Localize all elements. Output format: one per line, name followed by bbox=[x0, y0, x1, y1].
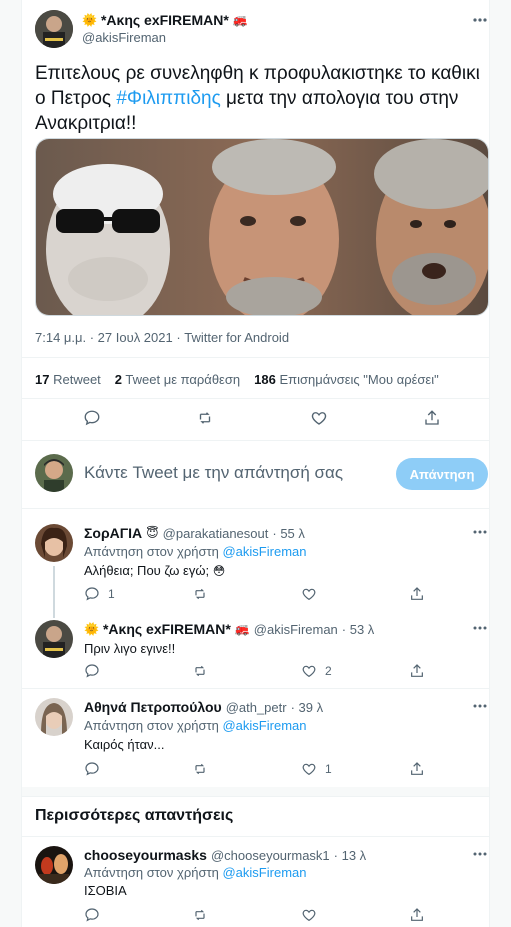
replying-to-label: Απάντηση στον χρήστη bbox=[84, 544, 219, 559]
author-avatar[interactable] bbox=[35, 10, 73, 48]
sun-emoji-icon: 🌞 bbox=[82, 13, 97, 27]
divider bbox=[22, 357, 489, 358]
replying-to-link[interactable]: @akisFireman bbox=[222, 544, 306, 559]
share-icon[interactable] bbox=[423, 409, 441, 427]
avatar-photo bbox=[35, 454, 73, 492]
avatar-photo bbox=[35, 698, 73, 736]
share-icon[interactable] bbox=[409, 907, 425, 923]
reply-icon[interactable] bbox=[84, 907, 100, 923]
reply-text: Αλήθεια; Που ζω εγώ; bbox=[84, 563, 210, 578]
more-options-icon[interactable] bbox=[472, 621, 488, 640]
photo-three-faces bbox=[36, 139, 488, 315]
reply-author-handle[interactable]: @akisFireman bbox=[254, 622, 338, 637]
reply-time[interactable]: · 13 λ bbox=[334, 848, 367, 863]
quotes-stat[interactable]: 2 Tweet με παράθεση bbox=[115, 372, 240, 387]
likes-count: 186 bbox=[254, 372, 276, 387]
divider bbox=[22, 836, 489, 837]
divider bbox=[22, 796, 489, 797]
sun-emoji-icon: 🌞 bbox=[84, 622, 99, 636]
quotes-count: 2 bbox=[114, 372, 123, 387]
replying-to-label: Απάντηση στον χρήστη bbox=[84, 718, 219, 733]
quotes-label: Tweet με παράθεση bbox=[125, 372, 241, 387]
author-handle[interactable]: @akisFireman bbox=[82, 30, 166, 45]
avatar-photo bbox=[35, 620, 73, 658]
reply-author-name[interactable]: *Ακης exFIREMAN* bbox=[103, 621, 231, 637]
retweets-stat[interactable]: 17 Retweet bbox=[35, 372, 101, 387]
reply-author-handle[interactable]: @chooseyourmask1 bbox=[211, 848, 330, 863]
tweet-column: 🌞 *Ακης exFIREMAN* 🚒 @akisFireman Επιτελ… bbox=[21, 0, 490, 927]
tweet-timestamp[interactable]: 7:14 μ.μ. · 27 Ιουλ 2021 · Twitter for A… bbox=[35, 330, 289, 345]
more-replies-heading: Περισσότερες απαντήσεις bbox=[35, 807, 234, 824]
more-options-icon[interactable] bbox=[472, 12, 488, 33]
halo-emoji-icon: 😇 bbox=[146, 526, 159, 540]
retweet-icon[interactable] bbox=[196, 409, 214, 427]
share-icon[interactable] bbox=[409, 761, 425, 777]
tweet-text: Επιτελους ρε συνεληφθη κ προφυλακιστηκε … bbox=[35, 61, 480, 136]
retweets-count: 17 bbox=[35, 372, 50, 387]
my-avatar bbox=[35, 454, 73, 492]
more-options-icon[interactable] bbox=[472, 699, 488, 718]
reply-author-handle[interactable]: @parakatianesout bbox=[163, 526, 269, 541]
reply-icon[interactable] bbox=[83, 409, 101, 427]
reply-count: 1 bbox=[108, 587, 115, 601]
reply-author-name[interactable]: chooseyourmasks bbox=[84, 847, 207, 863]
reply-avatar[interactable] bbox=[35, 620, 73, 658]
reply-time[interactable]: · 39 λ bbox=[291, 700, 324, 715]
likes-label: Επισημάνσεις "Μου αρέσει" bbox=[279, 372, 439, 387]
tweet-stats: 17 Retweet 2 Tweet με παράθεση 186 Επιση… bbox=[35, 372, 439, 387]
reply-avatar[interactable] bbox=[35, 524, 73, 562]
more-options-icon[interactable] bbox=[472, 525, 488, 544]
reply-avatar[interactable] bbox=[35, 846, 73, 884]
like-count: 1 bbox=[325, 762, 332, 776]
divider bbox=[22, 440, 489, 441]
like-icon[interactable]: 1 bbox=[301, 761, 332, 777]
reply-text: ΙΣΟΒΙΑ bbox=[84, 883, 127, 898]
reply-icon[interactable] bbox=[84, 663, 100, 679]
reply-avatar[interactable] bbox=[35, 698, 73, 736]
reply-time[interactable]: · 55 λ bbox=[272, 526, 305, 541]
author-name[interactable]: *Ακης exFIREMAN* bbox=[101, 12, 229, 28]
avatar-photo bbox=[35, 846, 73, 884]
divider bbox=[22, 688, 489, 689]
more-options-icon[interactable] bbox=[472, 847, 488, 866]
reply-button[interactable]: Απάντηση bbox=[396, 458, 488, 490]
reply-author-name[interactable]: ΣορΑΓΙΑ bbox=[84, 525, 142, 541]
flushed-emoji-icon: 😳 bbox=[212, 564, 226, 578]
avatar-photo bbox=[35, 524, 73, 562]
like-count: 2 bbox=[325, 664, 332, 678]
tweet-image[interactable] bbox=[35, 138, 489, 316]
like-icon[interactable] bbox=[310, 409, 328, 427]
retweet-icon[interactable] bbox=[192, 761, 208, 777]
retweet-icon[interactable] bbox=[192, 663, 208, 679]
share-icon[interactable] bbox=[409, 586, 425, 602]
replying-to-link[interactable]: @akisFireman bbox=[222, 865, 306, 880]
reply-text: Πριν λιγο εγινε!! bbox=[84, 641, 176, 656]
hashtag-link[interactable]: #Φιλιππιδης bbox=[116, 88, 220, 109]
section-separator bbox=[22, 787, 489, 796]
likes-stat[interactable]: 186 Επισημάνσεις "Μου αρέσει" bbox=[254, 372, 439, 387]
retweet-icon[interactable] bbox=[192, 907, 208, 923]
retweet-icon[interactable] bbox=[192, 586, 208, 602]
share-icon[interactable] bbox=[409, 663, 425, 679]
reply-time[interactable]: · 53 λ bbox=[342, 622, 375, 637]
like-icon[interactable] bbox=[301, 907, 317, 923]
divider bbox=[22, 398, 489, 399]
reply-author-handle[interactable]: @ath_petr bbox=[226, 700, 287, 715]
replying-to-label: Απάντηση στον χρήστη bbox=[84, 865, 219, 880]
like-icon[interactable] bbox=[301, 586, 317, 602]
reply-text: Καιρός ήταν... bbox=[84, 737, 165, 752]
reply-author-name[interactable]: Αθηνά Πετροπούλου bbox=[84, 699, 222, 715]
retweets-label: Retweet bbox=[53, 372, 101, 387]
reply-icon[interactable] bbox=[84, 761, 100, 777]
replying-to-link[interactable]: @akisFireman bbox=[222, 718, 306, 733]
like-icon[interactable]: 2 bbox=[301, 663, 332, 679]
reply-icon[interactable]: 1 bbox=[84, 586, 115, 602]
reply-composer-input[interactable]: Κάντε Tweet με την απάντησή σας bbox=[84, 463, 343, 483]
avatar-photo bbox=[35, 10, 73, 48]
fire-engine-emoji-icon: 🚒 bbox=[232, 13, 248, 27]
fire-engine-emoji-icon: 🚒 bbox=[234, 622, 250, 636]
thread-line bbox=[53, 566, 55, 618]
divider bbox=[22, 508, 489, 509]
